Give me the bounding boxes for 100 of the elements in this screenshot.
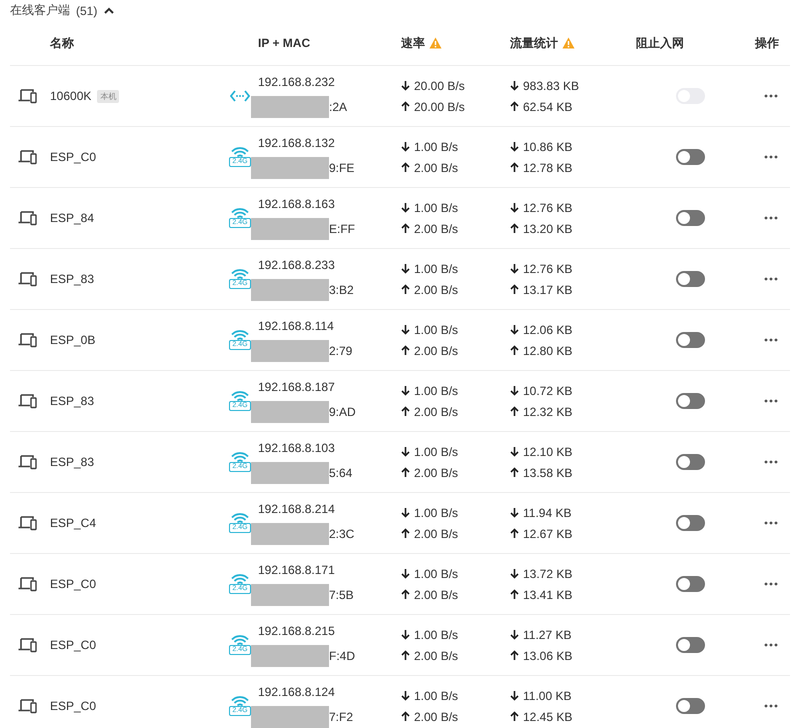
up-arrow-icon [510,101,519,112]
block-toggle[interactable] [676,271,704,287]
block-toggle[interactable] [676,515,704,531]
up-arrow-icon [401,528,410,539]
block-toggle[interactable] [676,393,704,409]
upload-value: 2.00 B/s [414,222,458,236]
upload-value: 2.00 B/s [414,282,458,296]
more-icon[interactable] [764,521,778,525]
download-value: 1.00 B/s [414,688,458,702]
download-value: 1.00 B/s [414,262,458,276]
ip-address: 192.168.8.171 [258,562,336,576]
wifi-icon [231,208,249,218]
up-arrow-icon [510,467,519,478]
block-toggle[interactable] [676,210,704,226]
column-header: 名称 [50,34,74,52]
wifi-icon [231,574,249,584]
up-arrow-icon [510,406,519,417]
download-value: 11.27 KB [523,628,572,642]
down-arrow-icon [510,141,519,152]
block-toggle[interactable] [676,698,704,714]
block-toggle[interactable] [676,332,704,348]
upload-value: 13.58 KB [523,466,572,480]
client-name: ESP_83 [50,455,94,469]
block-toggle[interactable] [676,149,704,165]
client-name: ESP_C0 [50,638,96,652]
download-value: 11.00 KB [523,688,572,702]
mac-address: 5:64 [329,466,352,480]
ip-address: 192.168.8.214 [258,502,336,516]
wifi-icon [231,391,249,401]
mac-address: :2A [329,100,348,114]
block-toggle[interactable] [676,637,704,653]
down-arrow-icon [401,446,410,457]
ip-address: 192.168.8.232 [258,74,336,88]
wifi-icon [231,147,249,157]
block-toggle[interactable] [676,454,704,470]
up-arrow-icon [401,284,410,295]
down-arrow-icon [510,690,519,701]
upload-value: 2.00 B/s [414,344,458,358]
more-icon[interactable] [764,338,778,342]
upload-value: 2.00 B/s [414,588,458,602]
down-arrow-icon [401,629,410,640]
column-header: 阻止入网 [636,34,684,52]
mac-address: 9:FE [329,160,354,174]
more-icon[interactable] [764,399,778,403]
more-icon[interactable] [764,460,778,464]
up-arrow-icon [510,284,519,295]
wifi-icon [231,452,249,462]
upload-value: 13.41 KB [523,588,572,602]
up-arrow-icon [401,162,410,173]
local-tag: 本机 [97,90,120,102]
download-value: 1.00 B/s [414,140,458,154]
more-icon[interactable] [764,277,778,281]
more-icon[interactable] [764,216,778,220]
ip-address: 192.168.8.103 [258,440,336,454]
column-header: 速率 [401,34,425,52]
upload-value: 13.20 KB [523,222,572,236]
up-arrow-icon [510,650,519,661]
up-arrow-icon [401,223,410,234]
client-name: 10600K [50,89,92,103]
more-icon[interactable] [764,643,778,647]
more-icon[interactable] [764,94,778,98]
upload-value: 13.17 KB [523,282,572,296]
up-arrow-icon [510,162,519,173]
up-arrow-icon [401,345,410,356]
upload-value: 13.06 KB [523,648,572,662]
download-value: 10.72 KB [523,384,572,398]
down-arrow-icon [401,507,410,518]
devices-icon [18,393,38,409]
down-arrow-icon [510,324,519,335]
block-toggle[interactable] [676,576,704,592]
download-value: 11.94 KB [523,506,572,520]
down-arrow-icon [510,80,519,91]
more-icon[interactable] [764,704,778,708]
download-value: 1.00 B/s [414,384,458,398]
download-value: 13.72 KB [523,566,572,580]
up-arrow-icon [401,406,410,417]
upload-value: 2.00 B/s [414,710,458,724]
devices-icon [18,698,38,714]
up-arrow-icon [510,711,519,722]
devices-icon [18,576,38,592]
upload-value: 2.00 B/s [414,160,458,174]
download-value: 1.00 B/s [414,322,458,336]
client-name: ESP_83 [50,394,94,408]
mac-address: 2:3C [329,526,354,540]
ip-address: 192.168.8.215 [258,624,336,638]
more-icon[interactable] [764,582,778,586]
client-name: ESP_84 [50,211,94,225]
devices-icon [18,637,38,653]
down-arrow-icon [401,80,410,91]
upload-value: 12.67 KB [523,526,572,540]
upload-value: 20.00 B/s [414,100,465,114]
section-title: 在线客户端 [10,2,70,19]
up-arrow-icon [401,650,410,661]
devices-icon [18,271,38,287]
up-arrow-icon [401,101,410,112]
more-icon[interactable] [764,155,778,159]
down-arrow-icon [401,141,410,152]
down-arrow-icon [401,263,410,274]
devices-icon [18,149,38,165]
down-arrow-icon [401,202,410,213]
